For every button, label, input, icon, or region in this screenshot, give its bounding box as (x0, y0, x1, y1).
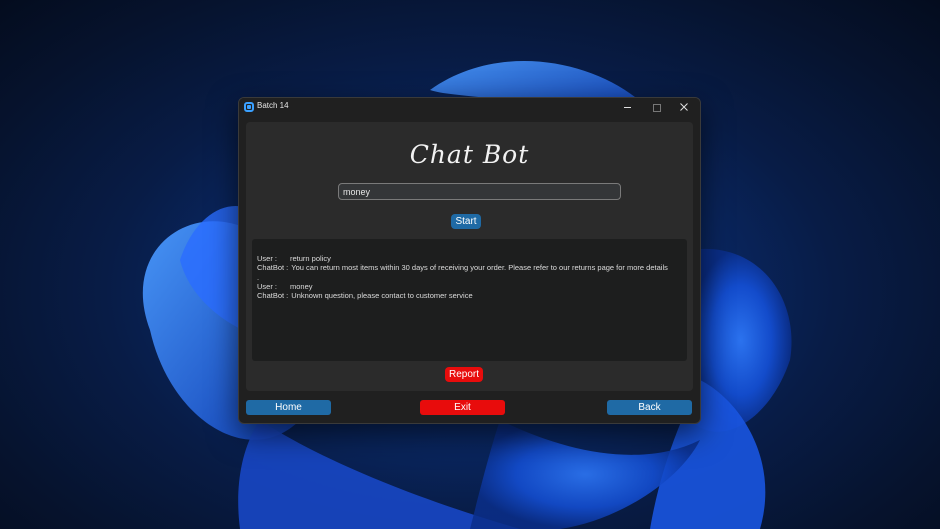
message-speaker: User : (257, 254, 278, 263)
chat-log[interactable]: User : return policy ChatBot : You can ret… (252, 239, 687, 361)
minimize-icon (624, 107, 631, 108)
message-text: You can return most items within 30 days… (291, 263, 668, 273)
report-button[interactable]: Report (445, 367, 483, 382)
close-button[interactable] (670, 98, 698, 117)
home-button[interactable]: Home (246, 400, 331, 415)
chat-message: . (257, 273, 687, 282)
chat-message: User : money (257, 282, 687, 291)
window-title: Batch 14 (257, 101, 289, 110)
minimize-button[interactable] (614, 98, 642, 117)
exit-button[interactable]: Exit (420, 400, 505, 415)
message-text: money (290, 281, 313, 291)
maximize-button[interactable] (642, 98, 670, 117)
message-speaker: . (257, 272, 260, 282)
chat-message: ChatBot : Unknown question, please contac… (257, 291, 687, 300)
start-button[interactable]: Start (451, 214, 481, 229)
main-panel: Chat Bot Start User : return policy ChatB… (246, 122, 693, 391)
app-heading: Chat Bot (409, 140, 530, 169)
message-text: Unknown question, please contact to cust… (291, 291, 473, 301)
desktop: Batch 14 Chat Bot Start User : return pol… (0, 0, 940, 529)
message-speaker: ChatBot : (257, 263, 289, 273)
message-speaker: ChatBot : (257, 291, 289, 301)
app-window: Batch 14 Chat Bot Start User : return pol… (238, 97, 701, 424)
chat-message: ChatBot : You can return most items withi… (257, 263, 687, 272)
maximize-icon (653, 104, 661, 112)
question-input[interactable] (338, 183, 621, 200)
message-text: return policy (290, 254, 331, 263)
back-button[interactable]: Back (607, 400, 692, 415)
close-icon (680, 103, 688, 111)
app-icon (244, 102, 254, 112)
title-bar[interactable]: Batch 14 (239, 98, 700, 117)
message-speaker: User : (257, 281, 278, 291)
chat-message: User : return policy (257, 254, 687, 263)
